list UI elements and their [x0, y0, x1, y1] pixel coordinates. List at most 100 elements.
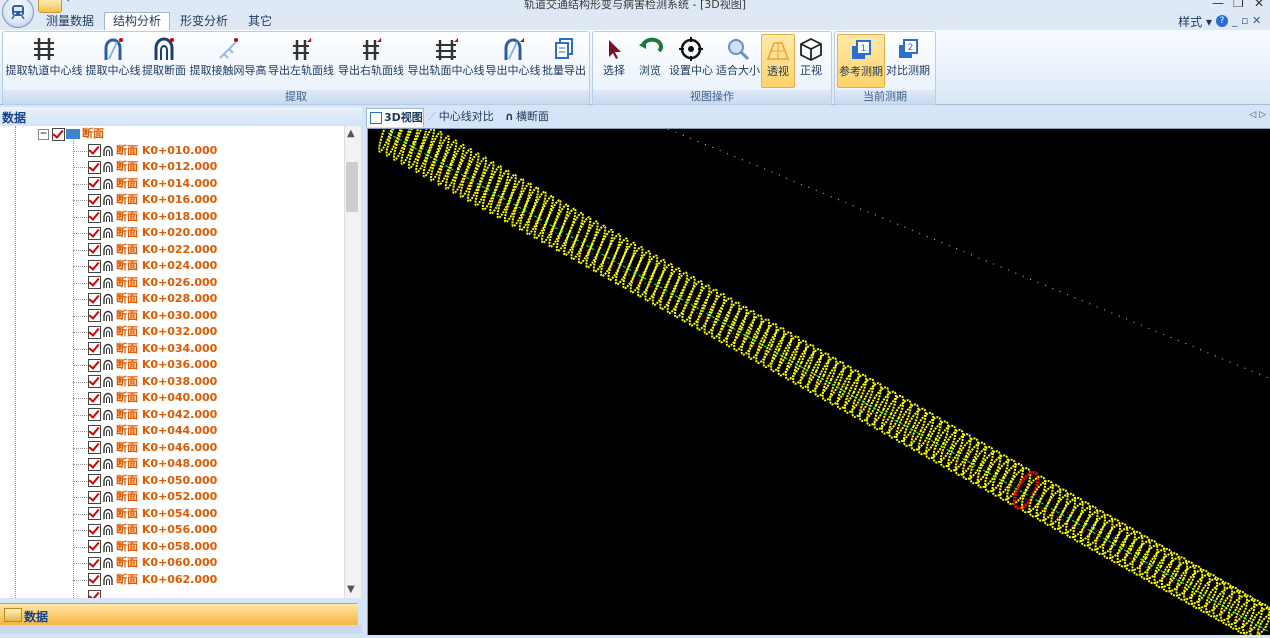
section-ring: [651, 263, 674, 306]
tree-scrollbar-thumb[interactable]: [346, 162, 358, 212]
mdi-window-controls[interactable]: _ ▫ ✕: [1232, 14, 1261, 27]
perspective-button[interactable]: 透视: [761, 34, 795, 88]
checkbox[interactable]: [88, 177, 101, 190]
tree-item-section[interactable]: 断面 K0+036.000: [73, 357, 217, 374]
checkbox[interactable]: [88, 540, 101, 553]
tree-item-section[interactable]: 断面 K0+060.000: [73, 555, 217, 572]
set-center-button[interactable]: 设置中心: [667, 34, 715, 86]
tree-item-section[interactable]: 断面 K0+032.000: [73, 324, 217, 341]
extract-catenary-height-button[interactable]: 提取接触网导高: [189, 34, 267, 86]
checkbox[interactable]: [88, 441, 101, 454]
checkbox[interactable]: [88, 259, 101, 273]
checkbox[interactable]: [88, 309, 101, 322]
tree-item-section[interactable]: 断面 K0+050.000: [73, 473, 217, 490]
tree-item-section[interactable]: 断面 K0+052.000: [73, 489, 218, 506]
select-button[interactable]: 选择: [597, 34, 631, 86]
compare-period-button[interactable]: 2 对比测期: [885, 34, 931, 86]
extract-centerline-button[interactable]: 提取中心线: [85, 34, 141, 86]
help-icon[interactable]: ?: [1216, 15, 1228, 27]
data-nav-tab[interactable]: 数据: [0, 603, 358, 626]
checkbox[interactable]: [52, 127, 65, 141]
batch-export-button[interactable]: 批量导出: [541, 34, 587, 86]
tree-item-section[interactable]: 断面 K0+018.000: [73, 209, 217, 226]
tree-item-section[interactable]: 断面 K0+062.000: [73, 572, 217, 589]
browse-button[interactable]: 浏览: [633, 34, 667, 86]
tab-scroll-arrows[interactable]: ◁ ▷: [1249, 110, 1266, 120]
style-menu[interactable]: 样式 ▾: [1178, 13, 1212, 30]
scroll-up-icon[interactable]: ▲: [347, 128, 355, 139]
tree-item-section[interactable]: 断面 K0+048.000: [73, 456, 217, 473]
open-folder-icon[interactable]: [38, 0, 62, 13]
checkbox[interactable]: [88, 226, 101, 240]
extract-track-centerline-button[interactable]: 提取轨道中心线: [5, 34, 83, 86]
3d-viewport[interactable]: [367, 105, 1270, 638]
export-left-rail-button[interactable]: 导出左轨面线: [267, 34, 335, 86]
checkbox[interactable]: [88, 474, 101, 487]
tree-item-section[interactable]: 断面 K0+012.000: [73, 159, 217, 176]
scroll-down-icon[interactable]: ▼: [347, 584, 355, 595]
tab-structure-analysis[interactable]: 结构分析: [104, 12, 170, 32]
checkbox[interactable]: [88, 573, 101, 586]
checkbox[interactable]: [88, 556, 101, 570]
tree-item-section[interactable]: 断面 K0+042.000: [73, 407, 217, 424]
tab-measurement-data[interactable]: 测量数据: [42, 13, 98, 30]
checkbox[interactable]: [88, 276, 101, 289]
export-right-rail-button[interactable]: 导出右轨面线: [337, 34, 405, 86]
checkbox[interactable]: [88, 144, 101, 157]
checkbox[interactable]: [88, 408, 101, 421]
tree-item-section[interactable]: 断面 K0+024.000: [73, 258, 217, 275]
tree-item-section[interactable]: 断面 K0+058.000: [73, 539, 217, 556]
tree-item-section[interactable]: 断面 K0+026.000: [73, 275, 217, 292]
tree-item-section[interactable]: 断面 K0+030.000: [73, 308, 217, 325]
checkbox[interactable]: [88, 589, 101, 598]
tree-item-section[interactable]: 断面 K0+046.000: [73, 440, 217, 457]
tab-cross-section[interactable]: ∩ 横断面: [502, 108, 556, 126]
checkbox[interactable]: [88, 424, 101, 438]
quick-access-dropdown-icon[interactable]: ▾: [66, 0, 71, 5]
tree-item-section[interactable]: 断面 K0+020.000: [73, 225, 217, 242]
restore-button[interactable]: ❐: [1233, 0, 1244, 10]
data-tree[interactable]: − 断面 断面 K0+010.000 断面 K0+012.000 断面 K0+014.…: [0, 126, 344, 598]
tree-item-section[interactable]: 断面 K0+054.000: [73, 506, 217, 523]
tree-item-section[interactable]: 断面 K0+022.000: [73, 242, 217, 259]
checkbox[interactable]: [88, 391, 101, 405]
tree-item-section[interactable]: 断面 K0+016.000: [73, 192, 217, 209]
tree-item-section[interactable]: 断面 K0+056.000: [73, 522, 217, 539]
tree-item-label: 断面 K0+052.000: [116, 490, 218, 503]
fit-size-button[interactable]: 适合大小: [715, 34, 761, 86]
export-rail-centerline-button[interactable]: 导出轨面中心线: [407, 34, 485, 86]
checkbox[interactable]: [88, 375, 101, 388]
tree-item-section[interactable]: 断面 K0+034.000: [73, 341, 217, 358]
checkbox[interactable]: [88, 523, 101, 537]
checkbox[interactable]: [88, 490, 101, 504]
checkbox[interactable]: [88, 160, 101, 174]
tree-item-section[interactable]: 断面 K0+014.000: [73, 176, 217, 193]
tab-centerline-compare[interactable]: ⟋ 中心线对比: [424, 108, 500, 126]
extract-section-button[interactable]: 提取断面: [141, 34, 187, 86]
tree-item-section[interactable]: 断面 K0+044.000: [73, 423, 217, 440]
checkbox[interactable]: [88, 507, 101, 520]
tree-root-section[interactable]: − 断面: [38, 126, 104, 143]
tree-item-section[interactable]: 断面 K0+010.000: [73, 143, 217, 160]
checkbox[interactable]: [88, 325, 101, 339]
export-centerline-button[interactable]: 导出中心线: [485, 34, 541, 86]
tab-3d-view[interactable]: 3D视图: [366, 108, 424, 127]
checkbox[interactable]: [88, 457, 101, 471]
reference-period-button[interactable]: 1 参考测期: [837, 34, 885, 88]
checkbox[interactable]: [88, 342, 101, 355]
tree-item-section-partial[interactable]: [88, 588, 102, 598]
checkbox[interactable]: [88, 292, 101, 306]
checkbox[interactable]: [88, 243, 101, 256]
tree-item-section[interactable]: 断面 K0+038.000: [73, 374, 217, 391]
tab-deformation-analysis[interactable]: 形变分析: [176, 13, 232, 30]
close-button[interactable]: ✕: [1254, 0, 1264, 10]
checkbox[interactable]: [88, 193, 101, 207]
checkbox[interactable]: [88, 210, 101, 223]
minimize-button[interactable]: —: [1212, 0, 1224, 10]
collapse-icon[interactable]: −: [38, 128, 49, 140]
tree-item-section[interactable]: 断面 K0+040.000: [73, 390, 217, 407]
tree-item-section[interactable]: 断面 K0+028.000: [73, 291, 217, 308]
front-view-button[interactable]: 正视: [795, 34, 827, 86]
checkbox[interactable]: [88, 358, 101, 372]
tab-other[interactable]: 其它: [240, 13, 280, 30]
